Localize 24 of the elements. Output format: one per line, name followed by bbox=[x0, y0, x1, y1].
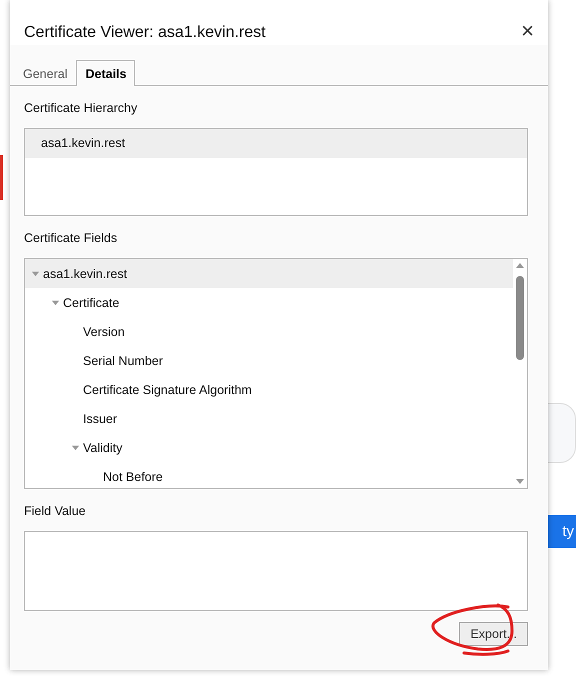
tree-item[interactable]: Issuer bbox=[25, 404, 513, 433]
tree-item[interactable]: Version bbox=[25, 317, 513, 346]
scroll-up-icon[interactable] bbox=[515, 261, 525, 271]
dialog-title: Certificate Viewer: asa1.kevin.rest bbox=[24, 24, 266, 42]
hierarchy-item[interactable]: asa1.kevin.rest bbox=[25, 129, 527, 158]
tree-item[interactable]: Certificate bbox=[25, 288, 513, 317]
close-button[interactable]: × bbox=[521, 20, 534, 42]
field-value-box[interactable] bbox=[24, 531, 528, 611]
tree-item[interactable]: Certificate Signature Algorithm bbox=[25, 375, 513, 404]
section-label: Field Value bbox=[24, 504, 87, 518]
expand-triangle-icon[interactable] bbox=[71, 443, 80, 452]
tab[interactable]: Details bbox=[76, 60, 136, 86]
tree-item[interactable]: asa1.kevin.rest bbox=[25, 259, 513, 288]
tree-item[interactable]: Not Before bbox=[25, 462, 513, 488]
expand-triangle-icon[interactable] bbox=[31, 269, 40, 278]
tab[interactable]: General bbox=[14, 60, 76, 86]
tree-item[interactable]: Serial Number bbox=[25, 346, 513, 375]
expand-triangle-icon[interactable] bbox=[51, 298, 60, 307]
background-shape bbox=[0, 155, 3, 200]
tree-item[interactable]: Validity bbox=[25, 433, 513, 462]
scroll-down-icon[interactable] bbox=[515, 476, 525, 486]
section-label: Certificate Hierarchy bbox=[24, 101, 138, 115]
section-label: Certificate Fields bbox=[24, 231, 118, 245]
scrollbar-thumb[interactable] bbox=[516, 276, 524, 360]
